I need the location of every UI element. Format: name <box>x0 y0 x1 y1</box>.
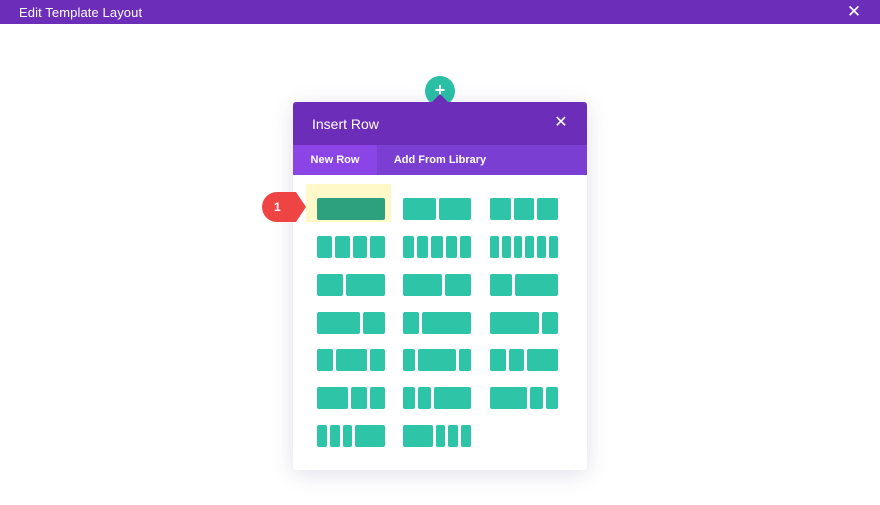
column-block <box>334 236 350 258</box>
column-block <box>435 425 446 447</box>
column-block <box>448 425 459 447</box>
close-icon[interactable]: ✕ <box>845 3 863 21</box>
modal-title: Insert Row <box>312 116 379 132</box>
column-block <box>445 236 457 258</box>
column-block <box>352 236 368 258</box>
row-layout-option[interactable] <box>490 274 558 296</box>
column-block <box>351 387 367 409</box>
row-layout-grid <box>293 175 587 470</box>
row-layout-option[interactable] <box>317 349 385 371</box>
insert-row-modal: Insert Row ✕ New Row Add From Library <box>293 102 587 470</box>
row-layout-option[interactable] <box>317 274 385 296</box>
column-block <box>317 387 348 409</box>
column-block <box>317 349 333 371</box>
row-layout-option[interactable] <box>403 312 471 334</box>
modal-header: Insert Row ✕ <box>293 102 587 145</box>
column-block <box>490 274 512 296</box>
column-block <box>317 274 343 296</box>
row-layout-option[interactable] <box>403 236 471 258</box>
column-block <box>527 349 558 371</box>
column-block <box>370 236 385 258</box>
row-layout-option[interactable] <box>403 349 471 371</box>
column-block <box>403 425 433 447</box>
column-block <box>403 349 416 371</box>
column-block <box>490 387 528 409</box>
column-block <box>445 274 471 296</box>
column-block <box>514 274 558 296</box>
column-block <box>317 236 332 258</box>
column-block <box>490 349 506 371</box>
tab-new-row[interactable]: New Row <box>293 145 377 175</box>
row-layout-option[interactable] <box>317 387 385 409</box>
column-block <box>525 236 535 258</box>
column-block <box>329 425 340 447</box>
row-layout-option[interactable] <box>403 274 471 296</box>
column-block <box>403 198 436 220</box>
column-block <box>513 236 523 258</box>
tab-add-from-library[interactable]: Add From Library <box>377 145 503 175</box>
modal-tabs: New Row Add From Library <box>293 145 587 175</box>
column-block <box>490 312 539 334</box>
column-block <box>458 349 471 371</box>
popover-pointer <box>432 94 448 102</box>
column-block <box>403 312 420 334</box>
column-block <box>501 236 511 258</box>
column-block <box>537 236 547 258</box>
column-block <box>461 425 471 447</box>
row-layout-option[interactable] <box>317 236 385 258</box>
column-block <box>438 198 471 220</box>
column-block <box>513 198 535 220</box>
column-block <box>459 236 471 258</box>
column-block <box>317 198 385 220</box>
column-block <box>317 312 361 334</box>
row-layout-option[interactable] <box>490 312 558 334</box>
column-block <box>342 425 353 447</box>
column-block <box>403 236 415 258</box>
row-layout-option[interactable] <box>490 349 558 371</box>
column-block <box>346 274 385 296</box>
row-layout-option[interactable] <box>490 198 558 220</box>
column-block <box>403 387 416 409</box>
close-icon[interactable]: ✕ <box>552 114 570 132</box>
column-block <box>537 198 558 220</box>
column-block <box>418 387 431 409</box>
column-block <box>549 236 558 258</box>
column-block <box>431 236 443 258</box>
row-layout-option[interactable] <box>317 425 385 447</box>
column-block <box>418 349 456 371</box>
row-layout-option[interactable] <box>403 198 471 220</box>
column-block <box>403 274 442 296</box>
column-block <box>422 312 471 334</box>
window-title: Edit Template Layout <box>19 5 143 20</box>
column-block <box>335 349 367 371</box>
column-block <box>530 387 543 409</box>
step-badge: 1 <box>262 192 306 222</box>
row-layout-option[interactable] <box>317 198 385 220</box>
row-layout-option[interactable] <box>317 312 385 334</box>
column-block <box>490 236 499 258</box>
column-block <box>433 387 471 409</box>
column-block <box>363 312 385 334</box>
column-block <box>508 349 524 371</box>
column-block <box>369 349 385 371</box>
column-block <box>355 425 385 447</box>
row-layout-option[interactable] <box>490 236 558 258</box>
column-block <box>369 387 385 409</box>
column-block <box>317 425 327 447</box>
column-block <box>417 236 429 258</box>
row-layout-option[interactable] <box>490 387 558 409</box>
row-layout-option[interactable] <box>403 425 471 447</box>
column-block <box>545 387 558 409</box>
column-block <box>490 198 511 220</box>
title-bar: Edit Template Layout ✕ <box>0 0 880 24</box>
row-layout-option[interactable] <box>403 387 471 409</box>
column-block <box>541 312 558 334</box>
